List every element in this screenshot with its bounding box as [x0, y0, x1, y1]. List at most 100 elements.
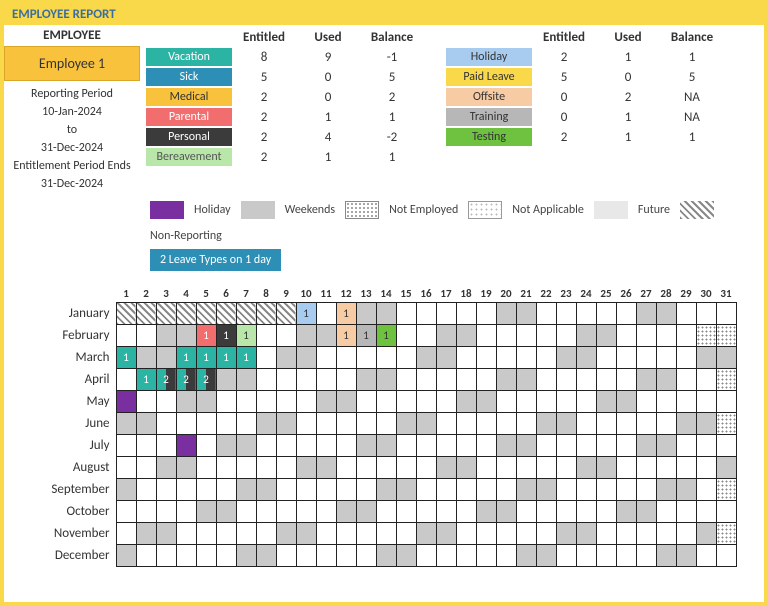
calendar-cell[interactable]	[536, 391, 556, 413]
calendar-cell[interactable]	[516, 457, 536, 479]
calendar-cell[interactable]	[716, 457, 736, 479]
calendar-cell[interactable]	[556, 391, 576, 413]
calendar-cell[interactable]	[656, 523, 676, 545]
calendar-cell[interactable]	[336, 369, 356, 391]
calendar-cell[interactable]	[316, 479, 336, 501]
calendar-cell[interactable]: 1	[236, 347, 256, 369]
calendar-cell[interactable]	[296, 391, 316, 413]
calendar-cell[interactable]	[716, 347, 736, 369]
calendar-cell[interactable]	[336, 501, 356, 523]
calendar-cell[interactable]	[356, 457, 376, 479]
calendar-cell[interactable]	[296, 479, 316, 501]
calendar-cell[interactable]	[576, 369, 596, 391]
calendar-cell[interactable]	[476, 457, 496, 479]
calendar-cell[interactable]	[116, 413, 136, 435]
calendar-cell[interactable]	[576, 523, 596, 545]
calendar-cell[interactable]	[696, 303, 716, 325]
calendar-cell[interactable]	[116, 501, 136, 523]
calendar-cell[interactable]	[716, 303, 736, 325]
employee-name-pill[interactable]: Employee 1	[4, 46, 140, 81]
calendar-cell[interactable]	[416, 325, 436, 347]
calendar-cell[interactable]	[376, 369, 396, 391]
calendar-cell[interactable]	[636, 369, 656, 391]
calendar-cell[interactable]	[596, 347, 616, 369]
calendar-cell[interactable]	[416, 347, 436, 369]
calendar-cell[interactable]: 1	[376, 325, 396, 347]
calendar-cell[interactable]	[116, 435, 136, 457]
calendar-cell[interactable]	[656, 303, 676, 325]
calendar-cell[interactable]: 1	[336, 325, 356, 347]
calendar-cell[interactable]	[216, 391, 236, 413]
calendar-cell[interactable]	[556, 523, 576, 545]
calendar-cell[interactable]	[376, 457, 396, 479]
calendar-cell[interactable]	[516, 413, 536, 435]
calendar-cell[interactable]	[396, 501, 416, 523]
calendar-cell[interactable]	[456, 369, 476, 391]
calendar-cell[interactable]	[336, 479, 356, 501]
calendar-cell[interactable]	[396, 545, 416, 567]
calendar-cell[interactable]	[376, 545, 396, 567]
calendar-cell[interactable]	[556, 347, 576, 369]
calendar-cell[interactable]	[456, 479, 476, 501]
calendar-cell[interactable]	[456, 435, 476, 457]
calendar-cell[interactable]	[136, 523, 156, 545]
calendar-cell[interactable]	[356, 369, 376, 391]
calendar-cell[interactable]	[476, 303, 496, 325]
calendar-cell[interactable]	[256, 369, 276, 391]
calendar-cell[interactable]	[516, 347, 536, 369]
calendar-cell[interactable]	[636, 325, 656, 347]
calendar-cell[interactable]	[156, 501, 176, 523]
calendar-cell[interactable]	[576, 391, 596, 413]
calendar-cell[interactable]: 1	[116, 347, 136, 369]
calendar-cell[interactable]	[376, 523, 396, 545]
calendar-cell[interactable]	[336, 391, 356, 413]
calendar-cell[interactable]	[536, 325, 556, 347]
calendar-cell[interactable]	[596, 545, 616, 567]
calendar-cell[interactable]	[396, 391, 416, 413]
calendar-cell[interactable]	[536, 457, 556, 479]
calendar-cell[interactable]	[656, 435, 676, 457]
calendar-cell[interactable]	[336, 435, 356, 457]
calendar-cell[interactable]	[236, 413, 256, 435]
calendar-cell[interactable]	[496, 325, 516, 347]
calendar-cell[interactable]	[536, 369, 556, 391]
calendar-cell[interactable]	[596, 523, 616, 545]
calendar-cell[interactable]	[116, 545, 136, 567]
calendar-cell[interactable]: 1	[136, 369, 156, 391]
calendar-cell[interactable]	[456, 545, 476, 567]
calendar-cell[interactable]	[596, 457, 616, 479]
calendar-cell[interactable]	[196, 479, 216, 501]
calendar-cell[interactable]	[576, 479, 596, 501]
calendar-cell[interactable]	[356, 347, 376, 369]
calendar-cell[interactable]	[136, 303, 156, 325]
calendar-cell[interactable]	[476, 523, 496, 545]
calendar-cell[interactable]	[676, 391, 696, 413]
calendar-cell[interactable]	[356, 523, 376, 545]
calendar-cell[interactable]	[716, 435, 736, 457]
calendar-cell[interactable]	[516, 369, 536, 391]
calendar-cell[interactable]	[656, 479, 676, 501]
calendar-cell[interactable]	[696, 523, 716, 545]
calendar-cell[interactable]	[676, 435, 696, 457]
calendar-cell[interactable]	[196, 457, 216, 479]
calendar-cell[interactable]	[276, 479, 296, 501]
calendar-cell[interactable]: 1	[196, 325, 216, 347]
calendar-cell[interactable]	[136, 413, 156, 435]
calendar-cell[interactable]	[456, 347, 476, 369]
calendar-cell[interactable]	[536, 303, 556, 325]
calendar-cell[interactable]	[556, 369, 576, 391]
calendar-cell[interactable]	[536, 523, 556, 545]
calendar-cell[interactable]	[476, 413, 496, 435]
calendar-cell[interactable]	[496, 523, 516, 545]
calendar-cell[interactable]	[516, 391, 536, 413]
calendar-cell[interactable]	[256, 523, 276, 545]
calendar-cell[interactable]	[136, 347, 156, 369]
calendar-cell[interactable]	[476, 369, 496, 391]
calendar-cell[interactable]	[616, 523, 636, 545]
calendar-cell[interactable]	[256, 325, 276, 347]
calendar-cell[interactable]	[296, 369, 316, 391]
calendar-cell[interactable]	[416, 435, 436, 457]
calendar-cell[interactable]	[676, 325, 696, 347]
calendar-cell[interactable]	[316, 325, 336, 347]
calendar-cell[interactable]	[596, 501, 616, 523]
